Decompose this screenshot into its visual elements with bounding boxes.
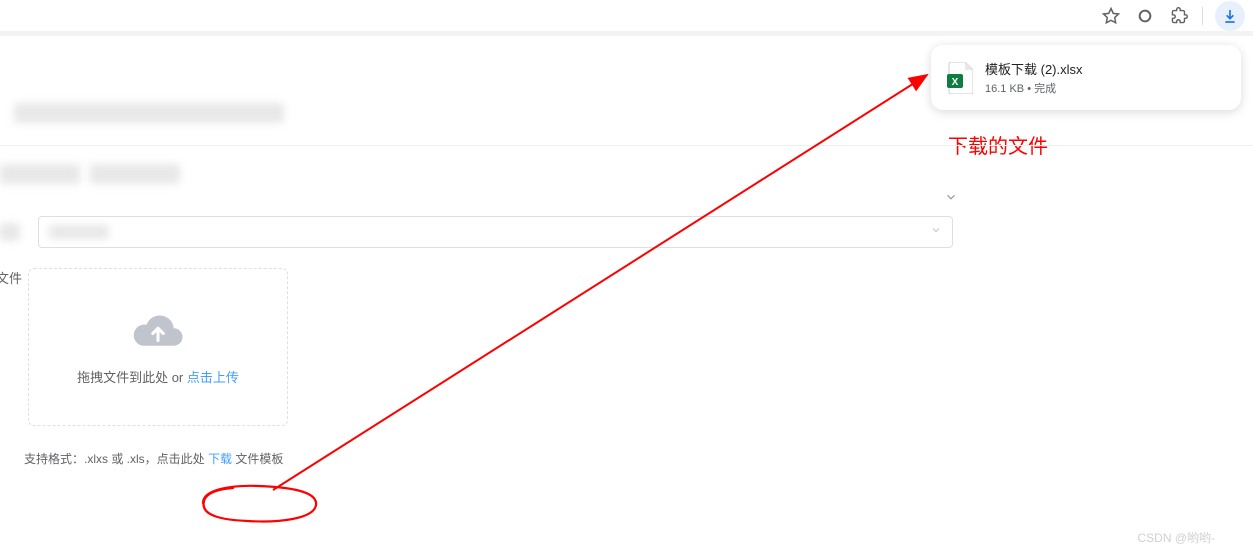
blurred-value [49, 225, 109, 239]
blurred-label [0, 223, 20, 241]
upload-click-link[interactable]: 点击上传 [187, 370, 239, 385]
page-content: 文件 拖拽文件到此处 or 点击上传 支持格式：.xlxs 或 .xls，点击此… [0, 75, 1253, 468]
annotation-circle [188, 483, 323, 525]
download-template-link[interactable]: 下载 [208, 452, 232, 466]
select-dropdown[interactable] [38, 216, 953, 248]
chevron-down-icon [930, 223, 942, 241]
downloads-button[interactable] [1215, 1, 1245, 31]
upload-row: 文件 拖拽文件到此处 or 点击上传 [0, 268, 1253, 426]
csdn-watermark: CSDN @哟哟- [1137, 529, 1215, 546]
blurred-heading [14, 103, 284, 123]
upload-drag-text: 拖拽文件到此处 or [77, 370, 187, 385]
upload-dropzone[interactable]: 拖拽文件到此处 or 点击上传 [28, 268, 288, 426]
circle-icon[interactable] [1134, 5, 1156, 27]
upload-field-label: 文件 [0, 268, 22, 287]
download-filename: 模板下载 (2).xlsx [985, 59, 1225, 78]
hint-prefix: 支持格式：.xlxs 或 .xls，点击此处 [24, 452, 208, 466]
download-popup[interactable]: X 模板下载 (2).xlsx 16.1 KB • 完成 [931, 45, 1241, 110]
download-meta: 16.1 KB • 完成 [985, 80, 1225, 96]
blurred-text [90, 164, 180, 184]
form-select-row [0, 216, 1253, 248]
browser-toolbar [0, 0, 1253, 36]
download-info: 模板下载 (2).xlsx 16.1 KB • 完成 [985, 59, 1225, 96]
divider-line [0, 145, 1253, 146]
chevron-down-icon[interactable] [944, 190, 958, 209]
toolbar-divider [1202, 7, 1203, 25]
cloud-upload-icon [130, 308, 186, 357]
svg-text:X: X [952, 77, 959, 88]
upload-hint-text: 拖拽文件到此处 or 点击上传 [77, 367, 239, 386]
format-hint: 支持格式：.xlxs 或 .xls，点击此处 下载 文件模板 [24, 450, 283, 467]
extensions-icon[interactable] [1168, 5, 1190, 27]
blurred-text [0, 164, 80, 184]
excel-file-icon: X [947, 62, 973, 94]
star-icon[interactable] [1100, 5, 1122, 27]
hint-suffix: 文件模板 [232, 452, 283, 466]
